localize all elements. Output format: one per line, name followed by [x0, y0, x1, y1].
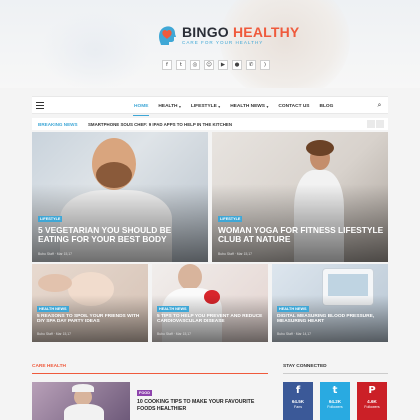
breaking-news-bar: BREAKING NEWS SMARTPHONE SOUS CHEF: 9 IP…: [32, 118, 388, 130]
featured-post-3[interactable]: HEALTH NEWS 5 REASONS TO SPOIL YOUR FRIE…: [32, 264, 148, 342]
chevron-down-icon: ▾: [218, 103, 221, 109]
header-social-links: f t ◎ ☺ ▶ ● ✆ ): [162, 60, 270, 70]
search-icon[interactable]: ⌕: [375, 101, 384, 110]
nav-item-label: CONTACT US: [278, 103, 310, 109]
pinterest-follow-box[interactable]: P 4.6K Followers: [357, 382, 387, 420]
breaking-news-headline[interactable]: SMARTPHONE SOUS CHEF: 9 IPAD APPS TO HEL…: [88, 122, 232, 127]
featured-post-title[interactable]: 5 VEGETARIAN YOU SHOULD BE EATING FOR YO…: [38, 225, 202, 244]
rss-icon[interactable]: ): [260, 60, 270, 70]
pinterest-icon: P: [368, 385, 376, 396]
twitter-icon: t: [332, 385, 338, 396]
logo-name-part1: BINGO: [182, 23, 229, 40]
menu-hamburger-icon[interactable]: [36, 102, 44, 109]
nav-item-label: HOME: [134, 103, 149, 109]
chevron-down-icon: ▾: [266, 103, 269, 109]
woman-illustration-hair: [306, 140, 334, 156]
nav-item-health[interactable]: HEALTH ▾: [153, 97, 186, 115]
youtube-icon[interactable]: ▶: [218, 60, 228, 70]
featured-post-title[interactable]: WOMAN YOGA FOR FITNESS LIFESTYLE CLUB AT…: [218, 225, 384, 244]
featured-post-title[interactable]: 5 REASONS TO SPOIL YOUR FRIENDS WITH DIY…: [37, 314, 145, 325]
featured-post-meta: Bubu Staff · Mar 15,17: [157, 332, 192, 336]
nav-item-label: BLOG: [319, 103, 334, 109]
care-health-heading: CARE HEALTH: [32, 364, 67, 369]
chevron-down-icon: ▾: [179, 103, 181, 109]
breaking-next-button[interactable]: [376, 120, 384, 128]
featured-post-2[interactable]: LIFESTYLE WOMAN YOGA FOR FITNESS LIFESTY…: [212, 132, 388, 262]
reddit-icon[interactable]: ●: [232, 60, 242, 70]
featured-post-title[interactable]: DIGITAL MEASURING BLOOD PRESSURE, MEASUR…: [277, 314, 385, 325]
follower-label: Fans: [294, 405, 302, 409]
featured-post-4[interactable]: HEALTH NEWS 5 TIPS TO HELP YOU PREVENT A…: [152, 264, 268, 342]
logo-name-part2: HEALTHY: [232, 23, 300, 40]
nav-item-label: LIFESTYLE: [190, 103, 217, 109]
follower-label: Followers: [327, 405, 343, 409]
logo-tagline: CARE FOR YOUR HEALTHY: [182, 39, 264, 45]
category-badge[interactable]: HEALTH NEWS: [37, 306, 69, 312]
facebook-icon[interactable]: f: [162, 60, 172, 70]
nav-item-home[interactable]: HOME: [129, 97, 153, 116]
spa-illustration-hand: [38, 274, 72, 292]
featured-post-meta: Bubu Staff · Mar 14,17: [277, 332, 312, 336]
featured-post-title[interactable]: 5 TIPS TO HELP YOU PREVENT AND REDUCE CA…: [157, 314, 265, 325]
logo-head-icon: [156, 24, 178, 46]
breaking-news-label: BREAKING NEWS: [38, 121, 78, 127]
header-banner: BINGO HEALTHY CARE FOR YOUR HEALTHY f t …: [0, 0, 420, 88]
nav-item-label: HEALTH: [158, 103, 178, 109]
nav-item-health-news[interactable]: HEALTH NEWS ▾: [225, 97, 273, 115]
follower-count: 64.5K: [291, 399, 305, 404]
category-badge[interactable]: FOOD: [137, 390, 152, 396]
category-badge[interactable]: LIFESTYLE: [38, 216, 63, 222]
nav-item-lifestyle[interactable]: LIFESTYLE ▾: [186, 97, 225, 115]
twitter-follow-box[interactable]: t 64.2K Followers: [320, 382, 350, 420]
nav-item-blog[interactable]: BLOG: [315, 97, 339, 115]
section-divider: [32, 373, 268, 374]
category-badge[interactable]: HEALTH NEWS: [277, 306, 309, 312]
facebook-follow-box[interactable]: f 64.5K Fans: [283, 382, 313, 420]
featured-post-meta: Bubu Staff · Mar 15,17: [218, 252, 253, 256]
whatsapp-icon[interactable]: ✆: [246, 60, 256, 70]
featured-post-meta: Bubu Staff · Mar 15,17: [38, 252, 73, 256]
follower-count: 4.6K: [367, 399, 377, 404]
section-divider: [283, 373, 388, 374]
twitter-icon[interactable]: t: [176, 60, 186, 70]
instagram-icon[interactable]: ◎: [190, 60, 200, 70]
site-logo[interactable]: BINGO HEALTHY CARE FOR YOUR HEALTHY: [156, 24, 299, 46]
facebook-icon: f: [295, 385, 301, 396]
breaking-prev-button[interactable]: [367, 120, 375, 128]
stay-connected-heading: STAY CONNECTED: [283, 364, 327, 369]
category-badge[interactable]: HEALTH NEWS: [157, 306, 189, 312]
featured-post-5[interactable]: HEALTH NEWS DIGITAL MEASURING BLOOD PRES…: [272, 264, 388, 342]
featured-post-1[interactable]: LIFESTYLE 5 VEGETARIAN YOU SHOULD BE EAT…: [32, 132, 208, 262]
doctor-illustration-head: [178, 264, 202, 290]
banner-background-shape: [40, 10, 150, 88]
follower-label: Followers: [364, 405, 380, 409]
featured-post-meta: Bubu Staff · Mar 15,17: [37, 332, 72, 336]
nav-item-contact-us[interactable]: CONTACT US: [273, 97, 314, 115]
care-health-post-title[interactable]: 10 COOKING TIPS TO MAKE YOUR FAVOURITE F…: [137, 399, 267, 412]
category-badge[interactable]: LIFESTYLE: [218, 216, 243, 222]
care-health-post-thumbnail[interactable]: [32, 382, 130, 420]
snapchat-icon[interactable]: ☺: [204, 60, 214, 70]
follower-count: 64.2K: [328, 399, 342, 404]
main-navigation: HOME HEALTH ▾ LIFESTYLE ▾ HEALTH NEWS ▾ CON…: [32, 96, 388, 116]
nav-item-label: HEALTH NEWS: [230, 103, 266, 109]
